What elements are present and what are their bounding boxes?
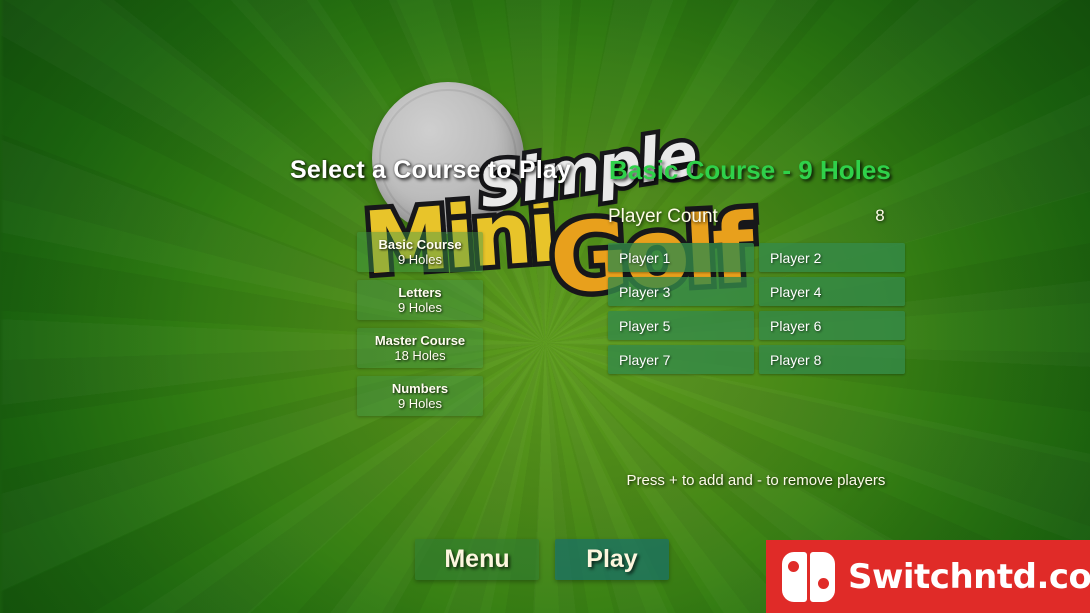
page-title: Select a Course to Play	[290, 156, 572, 184]
course-list: Basic Course 9 Holes Letters 9 Holes Master …	[357, 232, 483, 424]
player-slot-label: Player 7	[619, 351, 671, 368]
game-screen: Mini Golf Simple Select a Course to Play…	[0, 0, 1090, 613]
course-name: Numbers	[391, 381, 449, 396]
player-list: Player 1 Player 2 Player 3 Player 4 Player 5…	[608, 243, 905, 374]
player-count-hint: Press + to add and - to remove players	[626, 472, 886, 489]
course-holes: 18 Holes	[394, 348, 446, 363]
player-slot[interactable]: Player 5	[608, 311, 754, 340]
player-slot[interactable]: Player 8	[759, 345, 905, 374]
player-count-label: Player Count	[608, 206, 718, 227]
player-slot-label: Player 4	[770, 283, 822, 300]
course-holes: 9 Holes	[397, 300, 443, 315]
watermark-label: Switchntd.com	[848, 556, 1090, 597]
site-watermark: Switchntd.com	[766, 540, 1090, 613]
menu-button-label: Menu	[444, 545, 510, 573]
player-slot-label: Player 3	[619, 283, 671, 300]
player-slot-label: Player 8	[770, 351, 822, 368]
player-slot[interactable]: Player 4	[759, 277, 905, 306]
joycon-right-icon	[810, 551, 835, 602]
course-name: Master Course	[374, 333, 466, 348]
play-button[interactable]: Play	[555, 539, 669, 580]
course-name: Letters	[398, 285, 442, 300]
menu-button[interactable]: Menu	[415, 539, 539, 580]
background-vignette	[0, 0, 1090, 613]
course-name: Basic Course	[378, 237, 462, 252]
joycon-left-icon	[782, 551, 807, 602]
course-button[interactable]: Letters 9 Holes	[357, 280, 483, 320]
course-button[interactable]: Numbers 9 Holes	[357, 376, 483, 416]
player-slot-label: Player 6	[770, 317, 822, 334]
course-holes: 9 Holes	[397, 252, 443, 267]
course-button[interactable]: Master Course 18 Holes	[357, 328, 483, 368]
nintendo-switch-icon	[782, 551, 836, 602]
player-slot[interactable]: Player 6	[759, 311, 905, 340]
play-button-label: Play	[586, 545, 638, 573]
course-holes: 9 Holes	[397, 396, 443, 411]
player-slot-label: Player 5	[619, 317, 671, 334]
left-edge-strip	[0, 0, 4, 613]
selected-course-title: Basic Course - 9 Holes	[609, 155, 891, 185]
course-button[interactable]: Basic Course 9 Holes	[357, 232, 483, 272]
player-slot[interactable]: Player 7	[608, 345, 754, 374]
player-count-value: 8	[875, 206, 885, 225]
player-slot-label: Player 1	[619, 249, 671, 266]
player-slot[interactable]: Player 2	[759, 243, 905, 272]
player-slot[interactable]: Player 1	[608, 243, 754, 272]
player-slot[interactable]: Player 3	[608, 277, 754, 306]
player-slot-label: Player 2	[770, 249, 822, 266]
